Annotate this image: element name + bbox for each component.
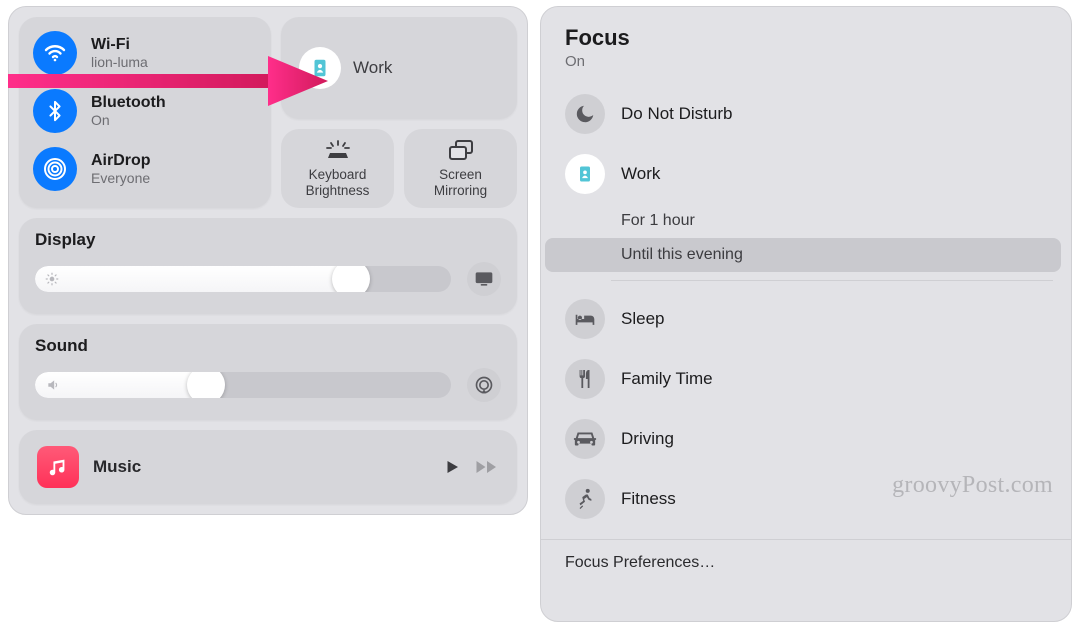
focus-family-label: Family Time — [621, 369, 713, 389]
sound-slider[interactable] — [35, 372, 451, 398]
running-icon — [565, 479, 605, 519]
fast-forward-icon[interactable] — [475, 458, 499, 476]
bluetooth-toggle[interactable]: Bluetooth On — [33, 89, 257, 133]
keyboard-brightness-tile[interactable]: Keyboard Brightness — [281, 129, 394, 208]
keyboard-brightness-icon — [323, 139, 353, 161]
airplay-audio-icon[interactable] — [467, 368, 501, 402]
airdrop-icon — [33, 147, 77, 191]
focus-sleep-label: Sleep — [621, 309, 664, 329]
bluetooth-title: Bluetooth — [91, 94, 166, 112]
music-app-icon — [37, 446, 79, 488]
focus-item-family[interactable]: Family Time — [541, 349, 1071, 409]
connectivity-card: Wi-Fi lion-luma Bluetooth On — [19, 17, 271, 208]
moon-icon — [565, 94, 605, 134]
screen-mirroring-label: Screen Mirroring — [434, 167, 487, 198]
play-icon[interactable] — [443, 458, 461, 476]
focus-tile-label: Work — [353, 58, 392, 78]
work-badge-icon — [299, 47, 341, 89]
display-slider[interactable] — [35, 266, 451, 292]
work-option-evening[interactable]: Until this evening — [545, 238, 1061, 272]
focus-driving-label: Driving — [621, 429, 674, 449]
screen-mirroring-icon — [446, 139, 476, 161]
focus-header-title: Focus — [565, 25, 1047, 51]
volume-low-icon — [45, 378, 61, 392]
car-icon — [565, 419, 605, 459]
wifi-toggle[interactable]: Wi-Fi lion-luma — [33, 31, 257, 75]
focus-dnd-label: Do Not Disturb — [621, 104, 732, 124]
airdrop-sub: Everyone — [91, 170, 151, 186]
focus-item-work[interactable]: Work — [541, 144, 1071, 204]
keyboard-brightness-label: Keyboard Brightness — [306, 167, 370, 198]
music-card[interactable]: Music — [19, 430, 517, 504]
divider — [611, 280, 1053, 281]
display-title: Display — [35, 230, 501, 250]
focus-header-status: On — [565, 53, 1047, 70]
focus-item-dnd[interactable]: Do Not Disturb — [541, 84, 1071, 144]
focus-work-tile[interactable]: Work — [281, 17, 517, 119]
bed-icon — [565, 299, 605, 339]
utensils-icon — [565, 359, 605, 399]
bluetooth-icon — [33, 89, 77, 133]
bluetooth-sub: On — [91, 112, 166, 128]
sound-card: Sound — [19, 324, 517, 420]
sound-title: Sound — [35, 336, 501, 356]
brightness-low-icon — [45, 272, 59, 286]
focus-item-sleep[interactable]: Sleep — [541, 289, 1071, 349]
airdrop-toggle[interactable]: AirDrop Everyone — [33, 147, 257, 191]
focus-fitness-label: Fitness — [621, 489, 676, 509]
music-label: Music — [93, 457, 429, 477]
display-settings-icon[interactable] — [467, 262, 501, 296]
watermark: groovyPost.com — [892, 472, 1053, 499]
wifi-icon — [33, 31, 77, 75]
work-option-1hour[interactable]: For 1 hour — [541, 204, 1071, 238]
work-icon — [565, 154, 605, 194]
focus-work-label: Work — [621, 164, 660, 184]
wifi-title: Wi-Fi — [91, 36, 148, 54]
wifi-sub: lion-luma — [91, 54, 148, 70]
focus-item-driving[interactable]: Driving — [541, 409, 1071, 469]
control-center-panel: Wi-Fi lion-luma Bluetooth On — [8, 6, 528, 515]
focus-preferences-link[interactable]: Focus Preferences… — [541, 540, 1071, 572]
screen-mirroring-tile[interactable]: Screen Mirroring — [404, 129, 517, 208]
focus-panel: Focus On Do Not Disturb Work For 1 hour … — [540, 6, 1072, 622]
display-card: Display — [19, 218, 517, 314]
airdrop-title: AirDrop — [91, 152, 151, 170]
